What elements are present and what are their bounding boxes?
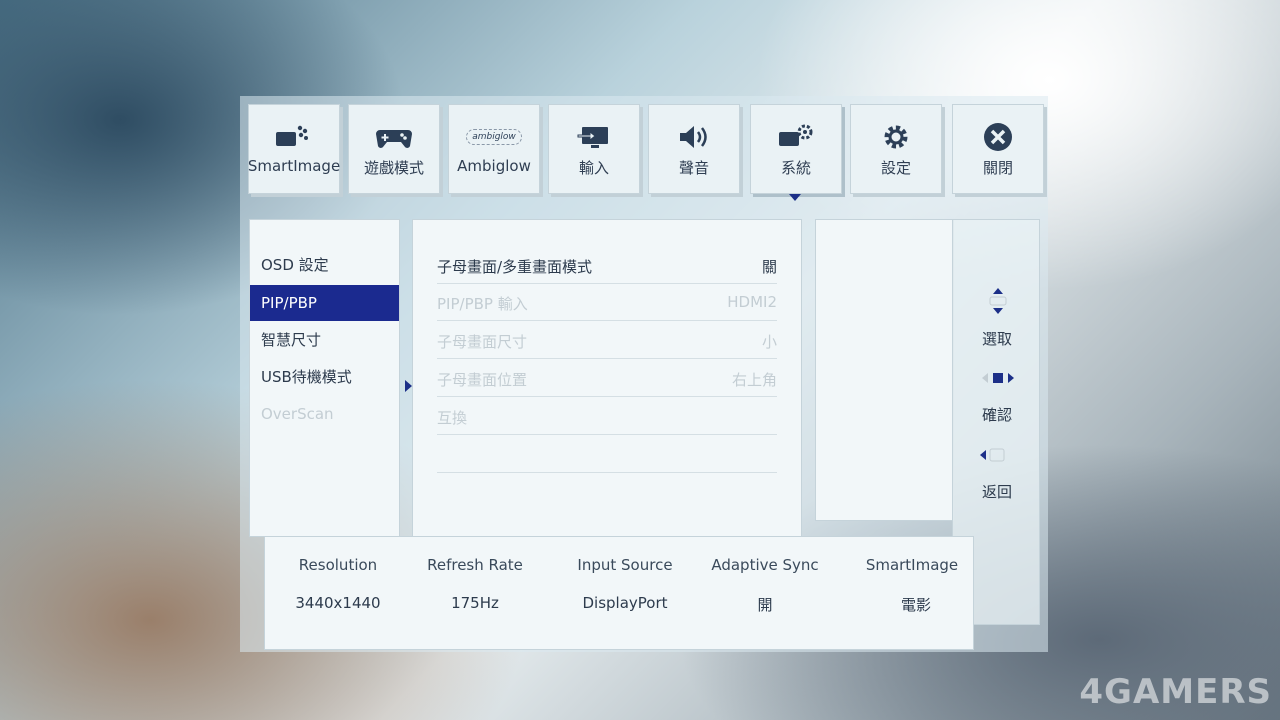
back-icon — [980, 448, 1005, 462]
system-icon — [776, 121, 816, 153]
submenu-arrow-indicator — [405, 380, 412, 392]
active-tab-indicator — [789, 194, 801, 201]
tab-ambiglow[interactable]: ambiglow Ambiglow — [448, 104, 540, 194]
menu-item-pip-pbp[interactable]: PIP/PBP — [250, 285, 399, 321]
setting-value: 右上角 — [731, 371, 777, 389]
preview-panel — [815, 219, 954, 521]
tab-label: 輸入 — [578, 159, 609, 177]
tab-label: 遊戲模式 — [363, 159, 424, 177]
setting-row-pip-position: 子母畫面位置 右上角 — [437, 359, 777, 397]
gear-icon — [876, 121, 916, 153]
ambiglow-icon: ambiglow — [466, 121, 522, 153]
tab-game-mode[interactable]: 遊戲模式 — [348, 104, 440, 194]
smartimage-icon — [274, 121, 314, 153]
nav-select-label: 選取 — [981, 330, 1012, 348]
tab-label: 關閉 — [982, 159, 1013, 177]
setting-row-pip-mode[interactable]: 子母畫面/多重畫面模式 關 — [437, 246, 777, 284]
confirm-icon — [982, 373, 1014, 383]
status-value-resolution: 3440x1440 — [295, 594, 381, 612]
setting-label: 子母畫面位置 — [437, 371, 528, 389]
watermark: 4GAMERS — [1079, 672, 1272, 712]
setting-label: 子母畫面尺寸 — [437, 333, 528, 351]
setting-row-pip-size: 子母畫面尺寸 小 — [437, 321, 777, 359]
tab-system[interactable]: 系統 — [750, 104, 842, 194]
tab-input[interactable]: 輸入 — [548, 104, 640, 194]
tab-smartimage[interactable]: SmartImage — [248, 104, 340, 194]
status-value-refresh-rate: 175Hz — [451, 594, 499, 612]
tab-settings[interactable]: 設定 — [850, 104, 942, 194]
ambiglow-logo-text: ambiglow — [466, 129, 522, 145]
setting-value: HDMI2 — [727, 293, 777, 311]
status-bar: Resolution Refresh Rate Input Source Ada… — [264, 536, 974, 650]
setting-label: PIP/PBP 輸入 — [437, 295, 528, 313]
tab-label: 系統 — [780, 159, 811, 177]
setting-value: 小 — [761, 333, 777, 351]
close-icon — [978, 121, 1018, 153]
setting-label: 互換 — [437, 409, 468, 427]
status-header-refresh-rate: Refresh Rate — [427, 556, 523, 574]
menu-item-overscan: OverScan — [261, 405, 334, 423]
up-down-icon — [989, 288, 1007, 314]
setting-row-empty — [437, 435, 777, 473]
status-value-adaptive-sync: 開 — [757, 596, 773, 614]
status-value-smartimage: 電影 — [900, 596, 931, 614]
setting-row-pip-input: PIP/PBP 輸入 HDMI2 — [437, 283, 777, 321]
tab-label: SmartImage — [247, 157, 341, 175]
input-icon — [574, 121, 614, 153]
tab-label: 聲音 — [678, 159, 709, 177]
setting-value: 關 — [761, 258, 777, 276]
status-header-resolution: Resolution — [298, 556, 378, 574]
tab-audio[interactable]: 聲音 — [648, 104, 740, 194]
speaker-icon — [674, 121, 714, 153]
status-header-adaptive-sync: Adaptive Sync — [711, 556, 819, 574]
menu-item-osd-settings[interactable]: OSD 設定 — [250, 247, 399, 283]
tab-close[interactable]: 關閉 — [952, 104, 1044, 194]
nav-confirm-label: 確認 — [981, 406, 1012, 424]
status-header-input-source: Input Source — [577, 556, 673, 574]
gamepad-icon — [374, 121, 414, 153]
system-submenu: OSD 設定 PIP/PBP 智慧尺寸 USB待機模式 OverScan — [249, 219, 400, 537]
tab-label: 設定 — [880, 159, 911, 177]
nav-back-label: 返回 — [981, 483, 1012, 501]
tab-label: Ambiglow — [457, 157, 531, 175]
status-header-smartimage: SmartImage — [865, 556, 959, 574]
menu-item-usb-standby[interactable]: USB待機模式 — [250, 359, 399, 395]
status-value-input-source: DisplayPort — [582, 594, 668, 612]
setting-row-swap: 互換 — [437, 397, 777, 435]
setting-label: 子母畫面/多重畫面模式 — [437, 258, 593, 276]
menu-item-smart-size[interactable]: 智慧尺寸 — [250, 322, 399, 358]
pip-pbp-settings-panel: 子母畫面/多重畫面模式 關 PIP/PBP 輸入 HDMI2 子母畫面尺寸 小 … — [412, 219, 802, 539]
